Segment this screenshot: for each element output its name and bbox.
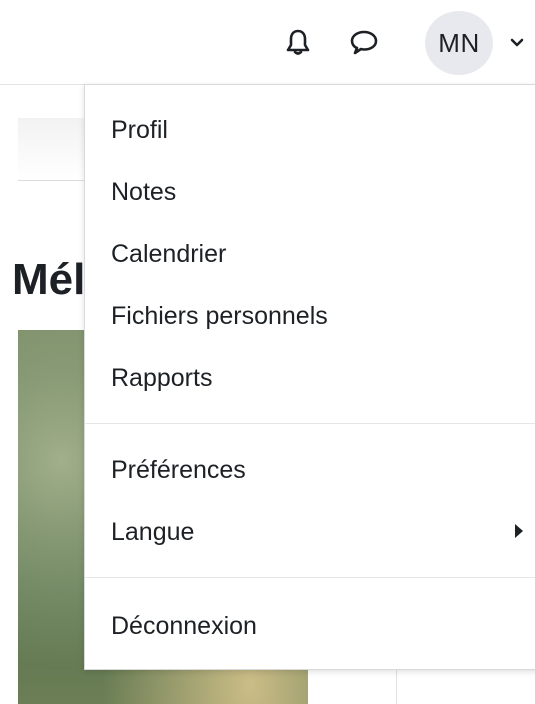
menu-item-label: Notes: [111, 177, 177, 206]
menu-item-langue[interactable]: Langue: [111, 509, 531, 555]
menu-item-rapports[interactable]: Rapports: [111, 355, 531, 401]
top-navbar: MN: [0, 0, 535, 85]
menu-item-label: Langue: [111, 517, 195, 546]
bell-icon[interactable]: [280, 24, 316, 60]
menu-item-label: Fichiers personnels: [111, 301, 328, 330]
menu-divider: [85, 423, 535, 424]
menu-item-deconnexion[interactable]: Déconnexion: [111, 603, 531, 649]
menu-item-preferences[interactable]: Préférences: [111, 447, 531, 493]
menu-divider: [85, 577, 535, 578]
menu-item-profil[interactable]: Profil: [111, 107, 531, 153]
menu-item-label: Rapports: [111, 363, 213, 392]
menu-item-notes[interactable]: Notes: [111, 169, 531, 215]
menu-item-label: Préférences: [111, 455, 246, 484]
chat-bubble-icon[interactable]: [346, 24, 382, 60]
user-avatar[interactable]: MN: [425, 11, 493, 75]
menu-item-label: Déconnexion: [111, 611, 257, 640]
page: Mél MN Profil Notes Calendrier Fichiers …: [0, 0, 535, 704]
caret-right-icon: [515, 524, 523, 538]
page-heading: Mél: [12, 255, 86, 304]
user-menu-dropdown: Profil Notes Calendrier Fichiers personn…: [84, 84, 535, 670]
menu-item-fichiers-personnels[interactable]: Fichiers personnels: [111, 293, 531, 339]
chevron-down-icon[interactable]: [508, 36, 526, 50]
menu-item-label: Calendrier: [111, 239, 227, 268]
avatar-initials: MN: [438, 27, 480, 58]
menu-item-label: Profil: [111, 115, 168, 144]
menu-item-calendrier[interactable]: Calendrier: [111, 231, 531, 277]
